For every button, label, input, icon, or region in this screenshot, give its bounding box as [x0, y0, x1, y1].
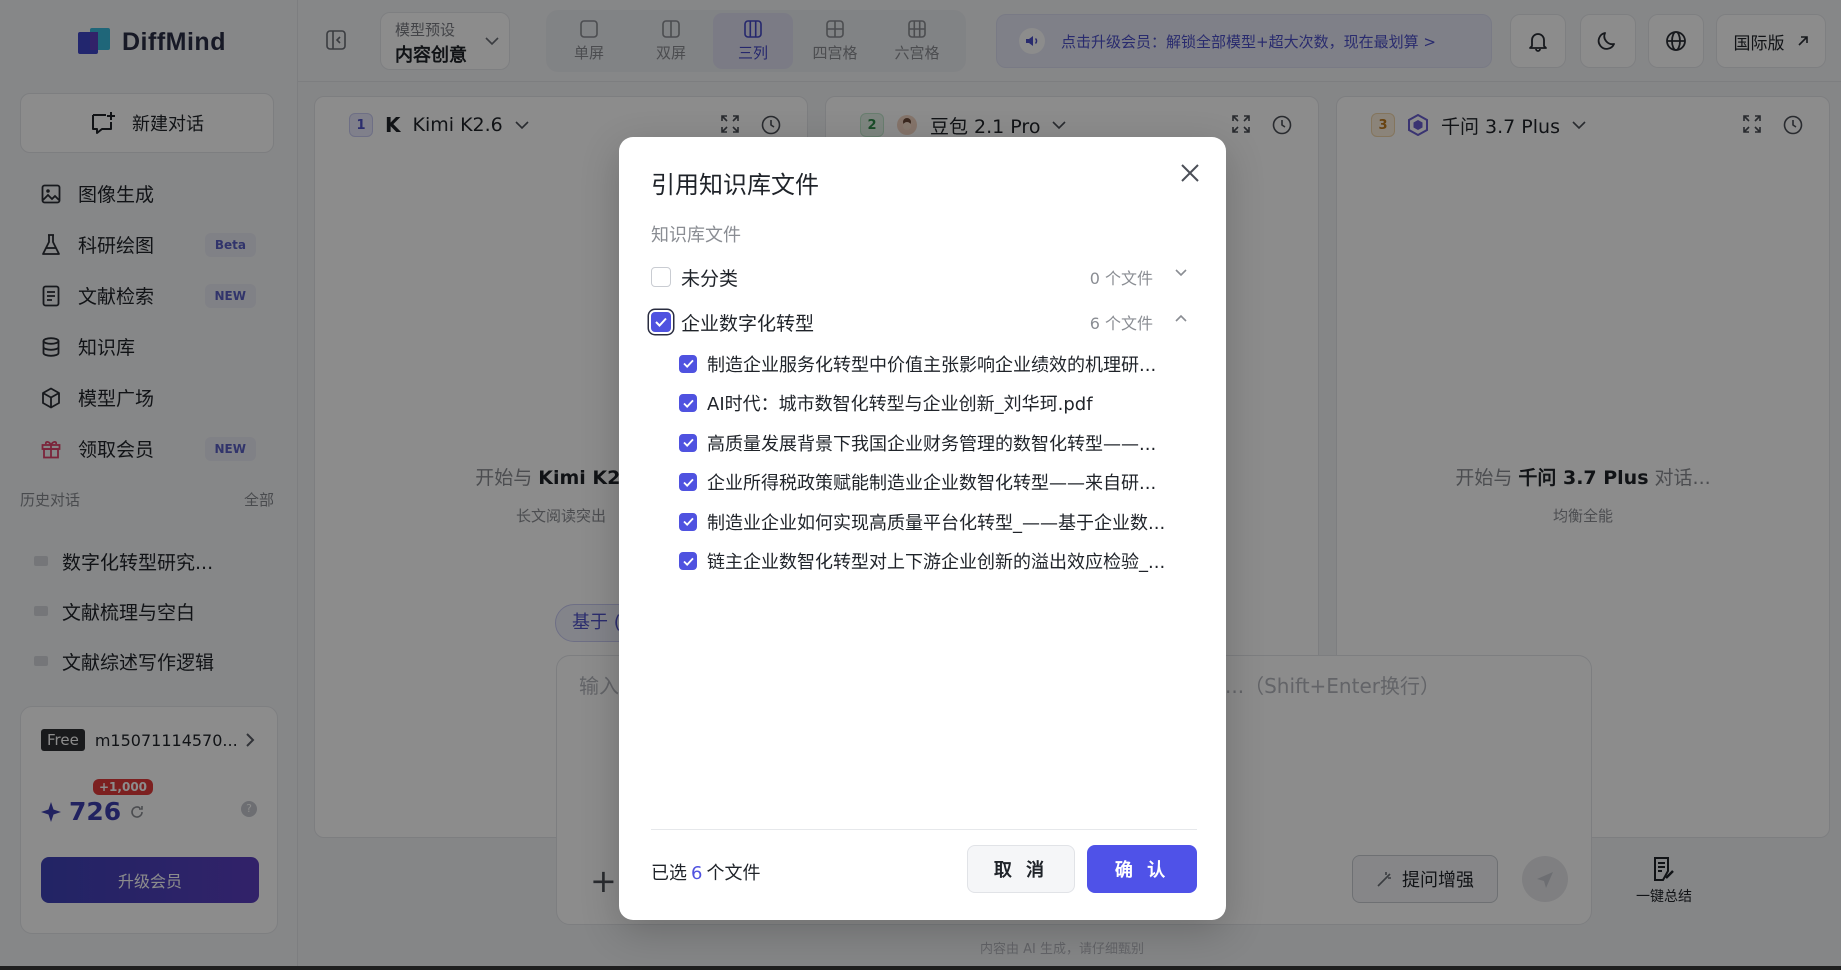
- category-count: 6 个文件: [1089, 314, 1153, 333]
- file-item[interactable]: 制造企业服务化转型中价值主张影响企业绩效的机理研...: [679, 344, 1199, 384]
- confirm-button[interactable]: 确 认: [1087, 845, 1197, 893]
- selected-count: 6: [691, 863, 703, 884]
- category-checkbox[interactable]: [651, 312, 671, 332]
- category-digital-transformation[interactable]: 企业数字化转型 6 个文件: [651, 304, 1197, 340]
- file-checkbox[interactable]: [679, 473, 697, 492]
- file-name: AI时代：城市数智化转型与企业创新_刘华珂.pdf: [707, 394, 1093, 416]
- file-item[interactable]: 企业所得税政策赋能制造业企业数智化转型——来自研...: [679, 463, 1199, 503]
- file-checkbox[interactable]: [679, 552, 697, 571]
- dialog-subtitle: 知识库文件: [651, 225, 741, 246]
- file-item[interactable]: 制造业企业如何实现高质量平台化转型_——基于企业数...: [679, 502, 1199, 542]
- category-count: 0 个文件: [1089, 269, 1153, 288]
- file-list: 制造企业服务化转型中价值主张影响企业绩效的机理研... AI时代：城市数智化转型…: [679, 344, 1199, 581]
- category-checkbox[interactable]: [651, 267, 671, 287]
- chevron-down-icon[interactable]: [1175, 269, 1187, 277]
- cancel-button[interactable]: 取 消: [967, 845, 1075, 893]
- knowledge-file-dialog: 引用知识库文件 知识库文件 未分类 0 个文件 企业数字化转型 6 个文件 制造…: [619, 137, 1226, 920]
- selected-prefix: 已选: [651, 863, 687, 884]
- file-checkbox[interactable]: [679, 512, 697, 531]
- close-icon[interactable]: [1180, 163, 1200, 183]
- selected-suffix: 个文件: [706, 863, 761, 884]
- file-checkbox[interactable]: [679, 433, 697, 452]
- file-checkbox[interactable]: [679, 394, 697, 413]
- chevron-up-icon[interactable]: [1175, 314, 1187, 322]
- file-name: 制造业企业如何实现高质量平台化转型_——基于企业数...: [707, 512, 1166, 534]
- file-item[interactable]: 链主企业数智化转型对上下游企业创新的溢出效应检验_...: [679, 542, 1199, 582]
- file-name: 高质量发展背景下我国企业财务管理的数智化转型——...: [707, 433, 1157, 455]
- file-name: 链主企业数智化转型对上下游企业创新的溢出效应检验_...: [707, 552, 1166, 574]
- file-checkbox[interactable]: [679, 354, 697, 373]
- category-uncategorized[interactable]: 未分类 0 个文件: [651, 259, 1197, 295]
- file-item[interactable]: AI时代：城市数智化转型与企业创新_刘华珂.pdf: [679, 384, 1199, 424]
- category-name: 企业数字化转型: [681, 312, 815, 335]
- file-name: 制造企业服务化转型中价值主张影响企业绩效的机理研...: [707, 354, 1157, 376]
- file-name: 企业所得税政策赋能制造业企业数智化转型——来自研...: [707, 473, 1157, 495]
- dialog-title: 引用知识库文件: [651, 171, 819, 199]
- file-item[interactable]: 高质量发展背景下我国企业财务管理的数智化转型——...: [679, 423, 1199, 463]
- dialog-divider: [651, 829, 1197, 830]
- selected-count-text: 已选 6 个文件: [651, 859, 760, 885]
- category-name: 未分类: [681, 267, 739, 290]
